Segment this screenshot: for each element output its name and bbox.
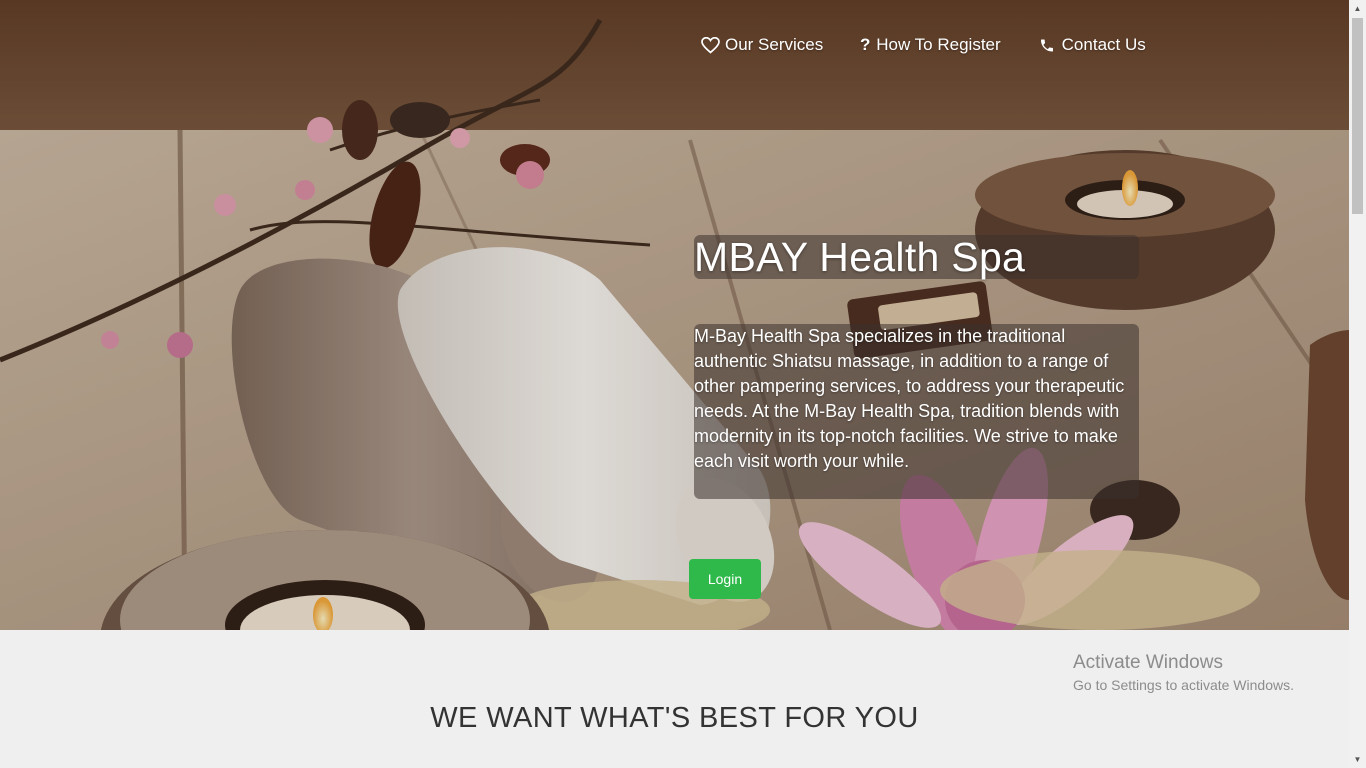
hero-title-box: MBAY Health Spa	[694, 235, 1139, 279]
section-heading: WE WANT WHAT'S BEST FOR YOU	[430, 702, 919, 734]
nav-how-to-register[interactable]: ? How To Register	[859, 33, 1001, 57]
hero-title: MBAY Health Spa	[694, 234, 1026, 280]
scrollbar-thumb[interactable]	[1352, 18, 1363, 214]
scroll-up-arrow-icon[interactable]: ▲	[1349, 0, 1366, 17]
phone-icon	[1037, 35, 1057, 55]
hero-background-image	[0, 0, 1349, 630]
nav-our-services[interactable]: Our Services	[700, 33, 823, 57]
activate-windows-watermark: Activate Windows Go to Settings to activ…	[1073, 652, 1294, 696]
nav-contact-us-label: Contact Us	[1061, 35, 1146, 54]
page-scrollbar[interactable]: ▲ ▼	[1349, 0, 1366, 768]
hero-section: Our Services ? How To Register Contact U…	[0, 0, 1349, 630]
watermark-title: Activate Windows	[1073, 652, 1223, 673]
nav-contact-us[interactable]: Contact Us	[1037, 33, 1146, 57]
question-icon: ?	[860, 35, 871, 54]
intro-section: Activate Windows Go to Settings to activ…	[0, 630, 1349, 768]
nav-how-to-register-label: How To Register	[876, 35, 1001, 54]
nav-our-services-label: Our Services	[725, 35, 824, 54]
hero-description-box: M-Bay Health Spa specializes in the trad…	[694, 324, 1139, 499]
watermark-subtitle: Go to Settings to activate Windows.	[1073, 677, 1294, 693]
login-button[interactable]: Login	[689, 559, 761, 599]
top-nav: Our Services ? How To Register Contact U…	[700, 33, 1146, 57]
heart-icon	[700, 35, 720, 55]
scroll-down-arrow-icon[interactable]: ▼	[1349, 751, 1366, 768]
hero-description: M-Bay Health Spa specializes in the trad…	[694, 326, 1125, 471]
